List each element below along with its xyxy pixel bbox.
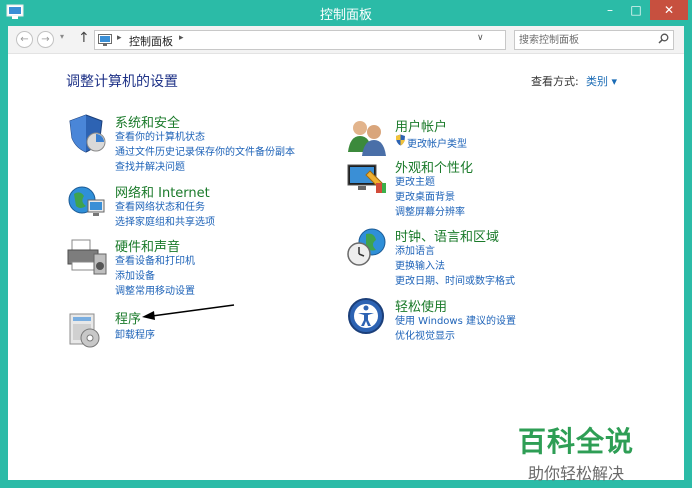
programs-icon[interactable] [66,308,108,350]
control-panel-window: 控制面板 – □ ✕ ← → ▾ ↑ ▸ 控制面板 ▸ ∨ ↻ [0,0,692,488]
breadcrumb-separator-icon[interactable]: ▸ [179,33,184,43]
uac-shield-icon [396,134,405,146]
search-icon[interactable] [658,33,669,44]
link-change-account-type[interactable]: 更改帐户类型 [407,135,467,150]
forward-button[interactable]: → [37,31,54,48]
control-panel-path-icon [98,34,112,46]
address-dropdown-icon[interactable]: ∨ [477,33,484,43]
watermark-title: 百科全说 [518,425,635,458]
category-user-accounts: 用户帐户 更改帐户类型 [346,116,606,156]
link-change-date-time-format[interactable]: 更改日期、时间或数字格式 [395,272,515,287]
category-appearance: 外观和个性化 更改主题 更改桌面背景 调整屏幕分辨率 [346,157,606,218]
title-bar[interactable]: 控制面板 – □ ✕ [0,0,692,26]
link-add-device[interactable]: 添加设备 [115,267,155,282]
search-input[interactable] [519,33,649,47]
link-adjust-resolution[interactable]: 调整屏幕分辨率 [395,203,465,218]
category-system-security: 系统和安全 查看你的计算机状态 通过文件历史记录保存你的文件备份副本 查找并解决… [66,112,326,173]
link-change-theme[interactable]: 更改主题 [395,173,435,188]
link-devices-printers[interactable]: 查看设备和打印机 [115,252,195,267]
appearance-monitor-icon[interactable] [346,157,388,199]
link-recommended-settings[interactable]: 使用 Windows 建议的设置 [395,312,516,327]
link-change-input-method[interactable]: 更换输入法 [395,257,445,272]
close-button[interactable]: ✕ [650,0,688,20]
link-homegroup-sharing[interactable]: 选择家庭组和共享选项 [115,213,215,228]
category-title-user-accounts[interactable]: 用户帐户 [395,116,447,135]
breadcrumb[interactable]: ▸ 控制面板 ▸ ∨ ↻ [94,30,587,50]
window-title: 控制面板 [319,8,372,23]
category-programs: 程序 卸载程序 [66,308,326,348]
page-title: 调整计算机的设置 [66,74,178,90]
view-by-dropdown[interactable]: 类别 ▾ [586,73,617,89]
printer-icon[interactable] [66,236,108,278]
recent-locations-chevron-icon[interactable]: ▾ [60,32,64,41]
watermark: 百科全说 助你轻松解决 [518,420,634,484]
link-file-history-backup[interactable]: 通过文件历史记录保存你的文件备份副本 [115,143,295,158]
shield-icon[interactable] [66,112,108,154]
link-troubleshoot[interactable]: 查找并解决问题 [115,158,185,173]
user-accounts-icon[interactable] [346,116,388,158]
network-globe-icon[interactable] [66,182,108,224]
view-by-label: 查看方式: [531,75,579,88]
ease-of-access-icon[interactable] [346,296,388,338]
link-change-desktop-background[interactable]: 更改桌面背景 [395,188,455,203]
category-hardware-sound: 硬件和声音 查看设备和打印机 添加设备 调整常用移动设置 [66,236,326,297]
breadcrumb-separator-icon[interactable]: ▸ [117,33,122,43]
breadcrumb-item-control-panel[interactable]: 控制面板 [129,33,173,49]
link-network-status[interactable]: 查看网络状态和任务 [115,198,205,213]
category-clock-language-region: 时钟、语言和区域 添加语言 更换输入法 更改日期、时间或数字格式 [346,226,606,287]
link-optimize-visual-display[interactable]: 优化视觉显示 [395,327,455,342]
up-button[interactable]: ↑ [78,30,90,46]
category-network-internet: 网络和 Internet 查看网络状态和任务 选择家庭组和共享选项 [66,182,326,228]
link-add-language[interactable]: 添加语言 [395,242,435,257]
watermark-subtitle: 助你轻松解决 [528,464,625,483]
category-ease-of-access: 轻松使用 使用 Windows 建议的设置 优化视觉显示 [346,296,606,342]
back-button[interactable]: ← [16,31,33,48]
category-title-programs[interactable]: 程序 [115,308,141,327]
link-uninstall-program[interactable]: 卸载程序 [115,326,155,341]
link-view-computer-status[interactable]: 查看你的计算机状态 [115,128,205,143]
clock-globe-icon[interactable] [346,226,388,268]
maximize-button[interactable]: □ [624,0,648,20]
search-box[interactable] [514,30,674,50]
content-area: ← → ▾ ↑ ▸ 控制面板 ▸ ∨ ↻ [8,26,684,483]
minimize-button[interactable]: – [598,0,622,20]
address-bar: ← → ▾ ↑ ▸ 控制面板 ▸ ∨ ↻ [8,26,684,54]
link-mobility-settings[interactable]: 调整常用移动设置 [115,282,195,297]
